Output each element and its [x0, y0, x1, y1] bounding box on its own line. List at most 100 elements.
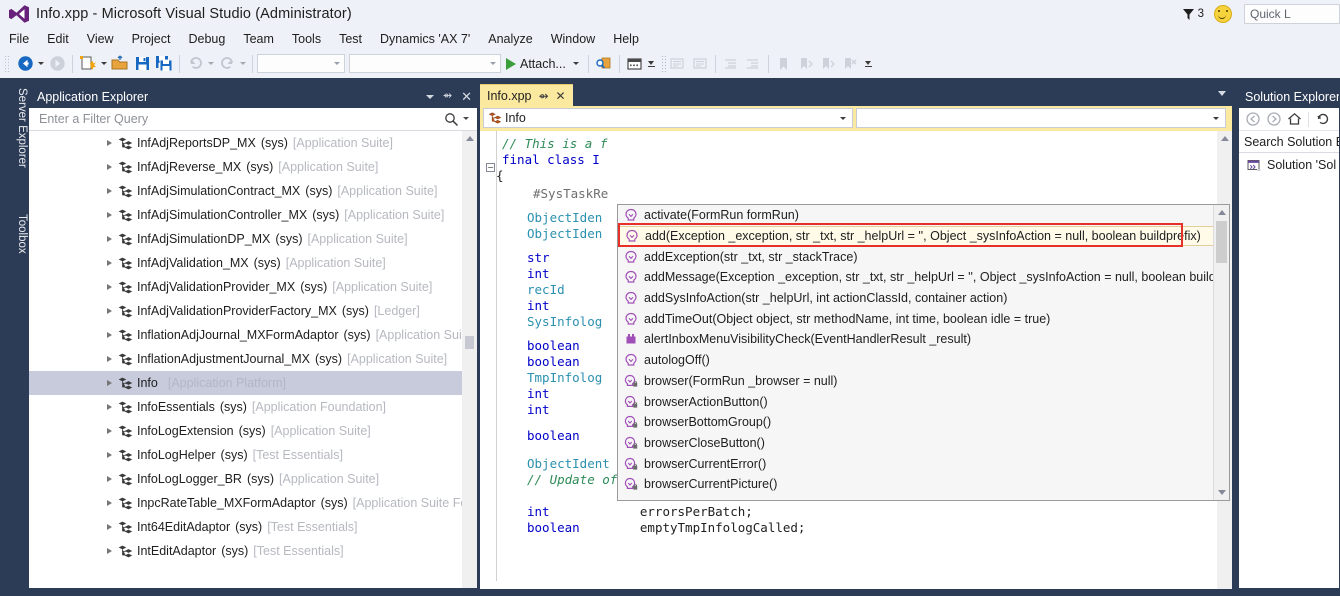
redo-button[interactable]: [216, 53, 238, 75]
tree-item[interactable]: InfAdjSimulationDP_MX (sys) [Application…: [29, 227, 477, 251]
expand-triangle-icon[interactable]: [107, 476, 112, 482]
expand-triangle-icon[interactable]: [107, 356, 112, 362]
tree-item[interactable]: InfoLogHelper (sys) [Test Essentials]: [29, 443, 477, 467]
expand-triangle-icon[interactable]: [107, 140, 112, 146]
undo-dropdown[interactable]: [206, 53, 216, 75]
type-navigation-combo[interactable]: Info: [483, 108, 853, 128]
tree-item[interactable]: Int64EditAdaptor (sys) [Test Essentials]: [29, 515, 477, 539]
pin-icon[interactable]: ⇴: [443, 91, 452, 102]
intellisense-item[interactable]: addSysInfoAction(str _helpUrl, int actio…: [618, 288, 1214, 309]
attach-dropdown-icon[interactable]: [573, 62, 579, 65]
chevron-down-icon[interactable]: [840, 117, 846, 120]
pin-icon[interactable]: ⇴: [538, 90, 548, 102]
clear-bookmarks-button[interactable]: [839, 53, 861, 75]
sync-with-active-document-button[interactable]: [1315, 112, 1330, 127]
tree-item[interactable]: InfoEssentials (sys) [Application Founda…: [29, 395, 477, 419]
solution-root-item[interactable]: Solution 'Sol: [1239, 153, 1339, 177]
navigate-forward-button[interactable]: [1266, 112, 1281, 127]
menu-item-window[interactable]: Window: [542, 30, 604, 48]
tree-item[interactable]: InfAdjSimulationContract_MX (sys) [Appli…: [29, 179, 477, 203]
scroll-up-arrow-icon[interactable]: [1214, 205, 1229, 220]
intellisense-item[interactable]: alertInboxMenuVisibilityCheck(EventHandl…: [618, 329, 1214, 350]
menu-item-team[interactable]: Team: [234, 30, 283, 48]
attach-button[interactable]: Attach...: [501, 57, 584, 71]
expand-triangle-icon[interactable]: [107, 332, 112, 338]
solution-config-combo[interactable]: [257, 54, 345, 73]
navigate-forward-button[interactable]: [46, 53, 68, 75]
home-button[interactable]: [1287, 112, 1302, 127]
prev-bookmark-button[interactable]: [795, 53, 817, 75]
next-bookmark-button[interactable]: [817, 53, 839, 75]
tree-item[interactable]: InfAdjValidationProviderFactory_MX (sys)…: [29, 299, 477, 323]
toggle-bookmark-button[interactable]: [773, 53, 795, 75]
find-in-files-button[interactable]: [593, 53, 615, 75]
chevron-down-icon[interactable]: [426, 95, 434, 99]
solution-platform-combo[interactable]: [349, 54, 501, 73]
increase-indent-button[interactable]: [742, 53, 764, 75]
filter-query-input[interactable]: [37, 111, 451, 127]
navigate-back-button[interactable]: [1245, 112, 1260, 127]
expand-triangle-icon[interactable]: [107, 500, 112, 506]
tree-item[interactable]: InpcRateTable_MXFormAdaptor (sys) [Appli…: [29, 491, 477, 515]
uncomment-selection-button[interactable]: [689, 53, 711, 75]
scrollbar-thumb[interactable]: [1216, 221, 1227, 263]
save-button[interactable]: [131, 53, 153, 75]
application-explorer-scrollbar[interactable]: [462, 131, 477, 588]
intellisense-item[interactable]: autologOff(): [618, 350, 1214, 371]
sidebar-tab-toolbox[interactable]: Toolbox: [0, 208, 28, 260]
intellisense-item[interactable]: addException(str _txt, str _stackTrace): [618, 246, 1214, 267]
undo-button[interactable]: [184, 53, 206, 75]
expand-triangle-icon[interactable]: [107, 260, 112, 266]
close-icon[interactable]: ✕: [461, 90, 472, 103]
decrease-indent-button[interactable]: [720, 53, 742, 75]
tree-item[interactable]: InflationAdjustmentJournal_MX (sys) [App…: [29, 347, 477, 371]
navigate-back-button[interactable]: [14, 53, 36, 75]
open-file-button[interactable]: [109, 53, 131, 75]
tree-item[interactable]: InfAdjReportsDP_MX (sys) [Application Su…: [29, 131, 477, 155]
menu-item-file[interactable]: File: [0, 30, 38, 48]
tree-item[interactable]: InfAdjSimulationController_MX (sys) [App…: [29, 203, 477, 227]
scroll-up-arrow-icon[interactable]: [1217, 131, 1232, 146]
tree-item[interactable]: InfoLogExtension (sys) [Application Suit…: [29, 419, 477, 443]
intellisense-item[interactable]: browserCurrentPicture(): [618, 474, 1214, 495]
expand-triangle-icon[interactable]: [107, 212, 112, 218]
tree-item[interactable]: IntEditAdaptor (sys) [Test Essentials]: [29, 539, 477, 563]
expand-triangle-icon[interactable]: [107, 308, 112, 314]
smiley-feedback-icon[interactable]: [1214, 5, 1232, 23]
menu-item-dynamics[interactable]: Dynamics 'AX 7': [371, 30, 479, 48]
comment-selection-button[interactable]: [667, 53, 689, 75]
intellisense-scrollbar[interactable]: [1213, 205, 1229, 500]
menu-item-help[interactable]: Help: [604, 30, 648, 48]
expand-triangle-icon[interactable]: [107, 524, 112, 530]
intellisense-item[interactable]: browserActionButton(): [618, 391, 1214, 412]
tree-item[interactable]: InfAdjValidation_MX (sys) [Application S…: [29, 251, 477, 275]
close-icon[interactable]: ✕: [556, 90, 566, 102]
expand-triangle-icon[interactable]: [107, 236, 112, 242]
intellisense-item-selected[interactable]: add(Exception _exception, str _txt, str …: [618, 226, 1214, 247]
intellisense-item[interactable]: addMessage(Exception _exception, str _tx…: [618, 267, 1214, 288]
notification-indicator[interactable]: 3: [1182, 8, 1204, 21]
expand-triangle-icon[interactable]: [107, 428, 112, 434]
toolbar-grip[interactable]: [4, 55, 11, 72]
intellisense-item[interactable]: addTimeOut(Object object, str methodName…: [618, 308, 1214, 329]
sidebar-tab-server-explorer[interactable]: Server Explorer: [0, 82, 28, 174]
new-project-dropdown[interactable]: [99, 53, 109, 75]
expand-triangle-icon[interactable]: [107, 164, 112, 170]
expand-triangle-icon[interactable]: [107, 284, 112, 290]
intellisense-item[interactable]: browserCloseButton(): [618, 433, 1214, 454]
search-icon[interactable]: [444, 112, 459, 127]
window-layout-button[interactable]: [624, 53, 646, 75]
collapse-region-button[interactable]: −: [486, 163, 495, 172]
intellisense-item[interactable]: activate(FormRun formRun): [618, 205, 1214, 226]
menu-item-tools[interactable]: Tools: [283, 30, 330, 48]
tree-item[interactable]: InfAdjReverse_MX (sys) [Application Suit…: [29, 155, 477, 179]
redo-dropdown[interactable]: [238, 53, 248, 75]
intellisense-item[interactable]: browserCurrentError(): [618, 453, 1214, 474]
save-all-button[interactable]: [153, 53, 175, 75]
tree-item[interactable]: InfoLogLogger_BR (sys) [Application Suit…: [29, 467, 477, 491]
scroll-down-arrow-icon[interactable]: [1214, 485, 1229, 500]
intellisense-completion-popup[interactable]: activate(FormRun formRun) add(Exception …: [617, 204, 1230, 501]
menu-item-project[interactable]: Project: [123, 30, 180, 48]
expand-triangle-icon[interactable]: [107, 452, 112, 458]
intellisense-item[interactable]: browser(FormRun _browser = null): [618, 371, 1214, 392]
